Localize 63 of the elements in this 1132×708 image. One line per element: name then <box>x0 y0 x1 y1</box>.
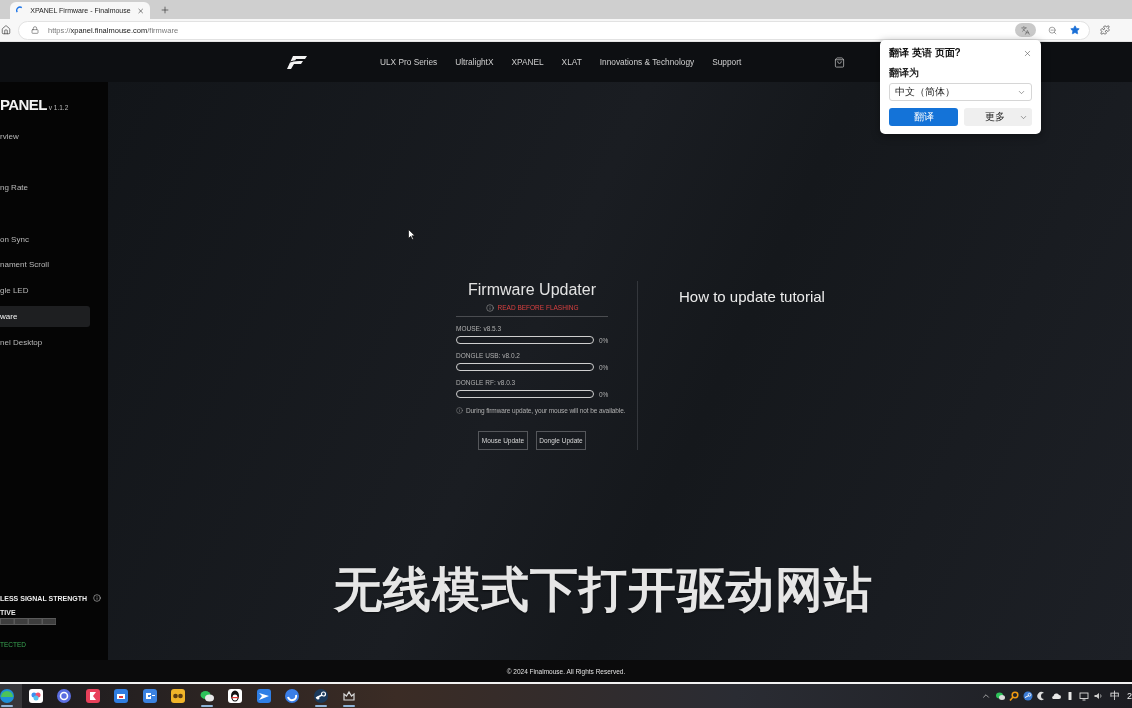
signal-meter <box>0 618 56 625</box>
nav-link[interactable]: XLAT <box>561 57 582 67</box>
smile-circle-icon <box>284 688 301 704</box>
info-icon <box>93 594 101 602</box>
chevron-up-icon[interactable] <box>981 691 991 701</box>
key-logo-icon[interactable] <box>1023 691 1033 701</box>
home-icon <box>0 25 11 35</box>
nav-link[interactable]: UltralightX <box>455 57 494 67</box>
loading-spinner-icon <box>16 6 25 15</box>
field-label: 翻译为 <box>889 66 920 80</box>
sidebar-item[interactable]: nel Desktop <box>0 331 90 353</box>
ribbon-tile-icon <box>84 688 101 704</box>
cloud-tile-icon <box>27 688 44 704</box>
sidebar-item[interactable]: gle LED <box>0 280 90 302</box>
magnifier-icon[interactable] <box>1009 691 1019 701</box>
block-tile-icon <box>141 688 158 704</box>
puzzle-icon <box>1100 25 1110 35</box>
shopping-bag-icon <box>834 56 845 68</box>
tutorial-title: How to update tutorial <box>679 288 825 305</box>
close-button[interactable] <box>1022 48 1032 58</box>
zoom-out-icon <box>1047 25 1057 35</box>
close-icon[interactable] <box>136 6 144 15</box>
brand-logo <box>287 54 308 70</box>
split-circle-icon <box>0 688 16 704</box>
nav-link[interactable]: ULX Pro Series <box>380 57 438 67</box>
sidebar-item[interactable]: ware <box>0 305 90 327</box>
chat-bubbles-icon[interactable] <box>995 691 1005 701</box>
nav-link[interactable]: Support <box>712 57 742 67</box>
lock-icon <box>31 26 39 34</box>
chat-bubbles-icon <box>198 688 215 704</box>
mouse-pointer-icon <box>408 229 415 240</box>
sidebar-item[interactable]: ng Rate <box>0 177 90 199</box>
info-icon <box>456 407 463 414</box>
translate-button[interactable] <box>1015 23 1036 37</box>
extensions-button[interactable] <box>1099 23 1111 37</box>
paper-plane-tile-icon <box>255 688 272 704</box>
cloud-icon[interactable] <box>1051 691 1061 701</box>
language-select[interactable]: 中文（简体） <box>889 83 1032 101</box>
input-method-indicator[interactable]: 中 <box>1110 689 1120 703</box>
key-logo-icon <box>312 688 329 704</box>
ring-logo-icon <box>56 688 73 704</box>
goggles-face-icon <box>170 688 187 704</box>
nav-link[interactable]: Innovations & Technology <box>599 57 695 67</box>
sidebar-item[interactable]: rview <box>0 126 90 147</box>
popup-title: 翻译 英语 页面? <box>889 46 961 60</box>
card-tile-icon <box>113 688 130 704</box>
penguin-icon <box>227 688 244 704</box>
panel-title: Firmware Updater <box>467 281 597 299</box>
plus-icon <box>160 4 170 15</box>
translate-icon <box>1021 25 1030 35</box>
nav-link[interactable]: XPANEL <box>511 57 544 67</box>
more-button[interactable]: 更多 <box>964 108 1032 126</box>
translate-button[interactable]: 翻译 <box>889 108 958 126</box>
close-icon <box>1022 48 1032 58</box>
app-title: PANEL <box>0 97 47 112</box>
sidebar-item[interactable]: on Sync <box>0 228 90 250</box>
video-caption: 无线模式下打开驱动网站 <box>334 560 873 619</box>
monitor-icon[interactable] <box>1079 691 1089 701</box>
cart-button[interactable] <box>834 56 845 68</box>
clock-text: 2 <box>1127 691 1132 701</box>
speaker-icon[interactable] <box>1093 691 1103 701</box>
info-icon <box>485 303 494 312</box>
sidebar-item[interactable]: nament Scroll <box>0 254 90 276</box>
